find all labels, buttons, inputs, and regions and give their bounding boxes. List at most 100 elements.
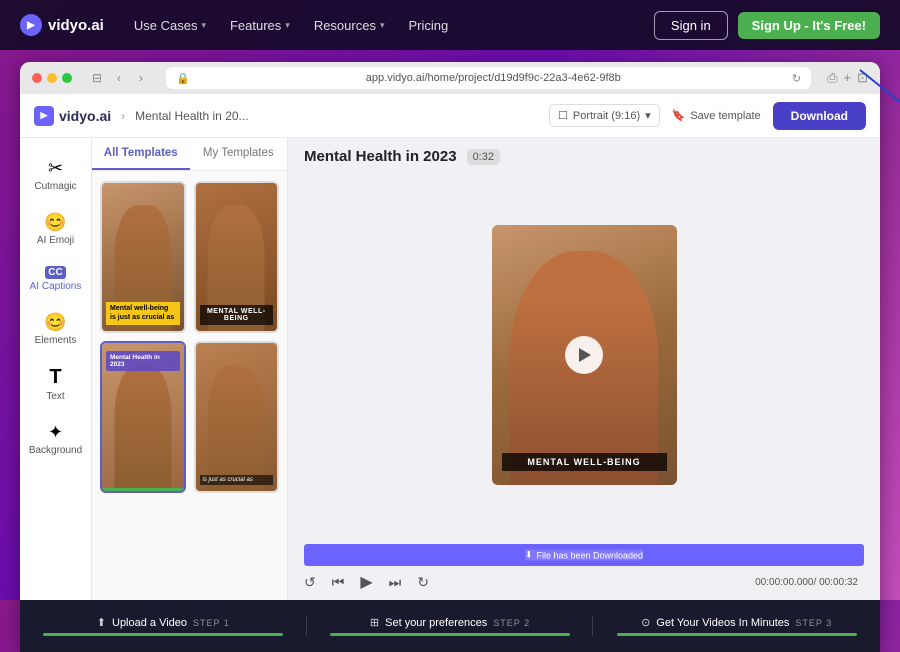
video-caption: MENTAL WELL-BEING [502,453,667,471]
sidebar-item-elements[interactable]: 😊 Elements [26,304,86,354]
preview-title: Mental Health in 2023 [304,148,457,165]
template-card-1[interactable]: Mental well-being is just as crucial as [100,181,186,333]
step-1-progress [43,633,283,636]
template-card-2[interactable]: MENTAL WELL-BEING [194,181,280,333]
portrait-chevron-icon: ▾ [645,109,651,122]
step-3-section: ⊙ Get Your Videos In Minutes STEP 3 [593,610,880,642]
save-template-button[interactable]: 🔖 Save template [672,109,761,122]
back-button[interactable]: ‹ [110,69,128,87]
template-card-3[interactable]: Mental Health in 2023 [100,341,186,493]
elements-icon: 😊 [44,312,66,333]
sidebar-toggle-button[interactable]: ⊟ [88,69,106,87]
player-controls-area: ⬇ File has been Downloaded ↺ ⏮ ▶ ⏭ ↻ 00:… [288,538,880,600]
forward-button[interactable]: › [132,69,150,87]
sidebar-item-ai-captions[interactable]: CC AI Captions [26,258,86,300]
browser-nav-buttons: ⊟ ‹ › [88,69,150,87]
nav-features[interactable]: Features ▾ [230,18,290,33]
app-header-actions: ☐ Portrait (9:16) ▾ 🔖 Save template Down… [549,102,866,130]
breadcrumb: Mental Health in 20... [135,109,248,123]
app-header: ▶ vidyo.ai › Mental Health in 20... ☐ Po… [20,94,880,138]
browser-titlebar: ⊟ ‹ › 🔒 app.vidyo.ai/home/project/d19d9f… [20,62,880,94]
logo-text: vidyo.ai [48,17,104,34]
nav-items: Use Cases ▾ Features ▾ Resources ▾ Prici… [134,18,624,33]
nav-logo[interactable]: ▶ vidyo.ai [20,14,104,36]
ai-emoji-icon: 😊 [44,212,66,233]
step-2-progress-fill [330,633,570,636]
player-controls: ↺ ⏮ ▶ ⏭ ↻ 00:00:00.000/ 00:00:32 [304,572,864,592]
logo-icon: ▶ [20,14,42,36]
step-2-label: Set your preferences [385,617,487,629]
tab-all-templates[interactable]: All Templates [92,138,190,170]
background-icon: ✦ [48,422,63,443]
share-icon[interactable]: ⎙ [827,70,837,86]
main-layout: ✂ Cutmagic 😊 AI Emoji CC AI Captions 😊 E… [20,138,880,600]
sidebar-item-ai-emoji[interactable]: 😊 AI Emoji [26,204,86,254]
sidebar-item-cutmagic[interactable]: ✂ Cutmagic [26,150,86,200]
step-3-progress-fill [617,633,857,636]
step-1-top: ⬆ Upload a Video STEP 1 [97,616,230,629]
step-3-top: ⊙ Get Your Videos In Minutes STEP 3 [641,616,832,629]
template-3-caption: Mental Health in 2023 [106,351,180,371]
templates-grid: Mental well-being is just as crucial as … [92,171,287,503]
template-2-caption: MENTAL WELL-BEING [200,305,274,325]
cutmagic-icon: ✂ [48,158,63,179]
step-1-section: ⬆ Upload a Video STEP 1 [20,610,307,642]
tab-my-templates[interactable]: My Templates [190,138,288,170]
step-2-top: ⊞ Set your preferences STEP 2 [370,616,530,629]
video-preview: MENTAL WELL-BEING [492,225,677,485]
use-cases-chevron-icon: ▾ [201,20,206,31]
maximize-button[interactable] [62,73,72,83]
sign-up-button[interactable]: Sign Up - It's Free! [738,12,880,39]
step-1-icon: ⬆ [97,616,106,629]
window-controls [32,73,72,83]
skip-forward-button[interactable]: ⏭ [389,574,402,591]
preview-title-bar: Mental Health in 2023 0:32 [288,138,880,171]
template-3-progress [102,488,184,491]
app-logo-text: vidyo.ai [59,108,111,124]
lock-icon: 🔒 [176,72,190,85]
close-button[interactable] [32,73,42,83]
preview-area: Mental Health in 2023 0:32 MENTAL WELL-B… [288,138,880,600]
rotate-button[interactable]: ↻ [417,574,429,591]
step-2-icon: ⊞ [370,616,379,629]
replay-button[interactable]: ↺ [304,574,316,591]
nav-use-cases[interactable]: Use Cases ▾ [134,18,206,33]
sign-in-button[interactable]: Sign in [654,11,728,40]
preview-video-container: MENTAL WELL-BEING [288,171,880,538]
nav-resources[interactable]: Resources ▾ [314,18,385,33]
nav-actions: Sign in Sign Up - It's Free! [654,11,880,40]
minimize-button[interactable] [47,73,57,83]
template-card-4[interactable]: is just as crucial as [194,341,280,493]
step-1-number: STEP 1 [193,618,230,628]
browser-window: ⊟ ‹ › 🔒 app.vidyo.ai/home/project/d19d9f… [20,62,880,652]
timeline-bar[interactable]: ⬇ File has been Downloaded [304,544,864,566]
sidebar-item-background[interactable]: ✦ Background [26,414,86,464]
step-2-progress [330,633,570,636]
step-2-section: ⊞ Set your preferences STEP 2 [307,610,594,642]
save-icon: 🔖 [672,109,686,122]
play-button[interactable] [565,336,603,374]
templates-panel: All Templates My Templates Mental well-b… [92,138,288,600]
top-navigation: ▶ vidyo.ai Use Cases ▾ Features ▾ Resour… [0,0,900,50]
template-1-caption: Mental well-being is just as crucial as [106,302,180,325]
template-4-caption: is just as crucial as [200,475,274,485]
resources-chevron-icon: ▾ [380,20,385,31]
app-logo[interactable]: ▶ vidyo.ai [34,106,111,126]
address-bar[interactable]: 🔒 app.vidyo.ai/home/project/d19d9f9c-22a… [166,67,811,89]
step-3-label: Get Your Videos In Minutes [656,617,789,629]
skip-back-button[interactable]: ⏮ [332,574,345,591]
portrait-label: Portrait (9:16) [573,110,640,122]
play-icon [579,348,591,362]
refresh-icon: ↻ [792,72,801,85]
nav-pricing[interactable]: Pricing [408,18,448,33]
app-logo-icon: ▶ [34,106,54,126]
portrait-selector[interactable]: ☐ Portrait (9:16) ▾ [549,104,660,127]
step-2-number: STEP 2 [493,618,530,628]
sidebar-item-text[interactable]: T Text [26,358,86,410]
time-display: 00:00:00.000/ 00:00:32 [749,575,864,590]
breadcrumb-separator: › [121,109,125,123]
step-1-progress-fill [43,633,283,636]
download-icon: ⬇ [525,550,533,561]
play-pause-button[interactable]: ▶ [360,572,372,592]
step-3-number: STEP 3 [795,618,832,628]
